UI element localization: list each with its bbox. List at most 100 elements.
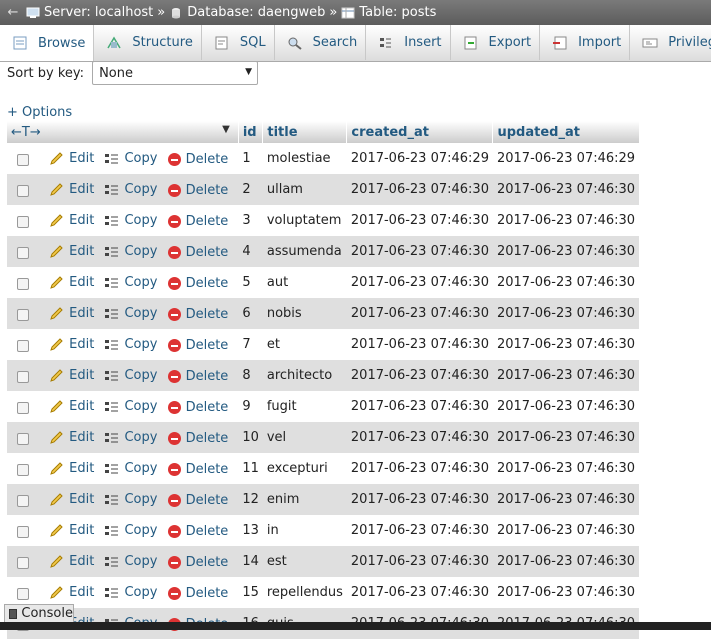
cell-title[interactable]: architecto	[262, 360, 347, 391]
cell-updated-at[interactable]: 2017-06-23 07:46:30	[492, 484, 640, 515]
cell-updated-at[interactable]: 2017-06-23 07:46:30	[492, 329, 640, 360]
delete-button[interactable]: Delete	[167, 586, 228, 601]
edit-button[interactable]: Edit	[49, 523, 94, 538]
row-checkbox[interactable]	[17, 587, 29, 600]
cell-updated-at[interactable]: 2017-06-23 07:46:30	[492, 236, 640, 267]
cell-created-at[interactable]: 2017-06-23 07:46:30	[346, 546, 493, 577]
delete-button[interactable]: Delete	[167, 555, 228, 570]
cell-created-at[interactable]: 2017-06-23 07:46:30	[346, 391, 493, 422]
column-header-title[interactable]: title	[262, 121, 348, 143]
delete-button[interactable]: Delete	[167, 462, 228, 477]
column-header-id[interactable]: id	[238, 121, 264, 143]
column-header-created-at[interactable]: created_at	[346, 121, 494, 143]
cell-created-at[interactable]: 2017-06-23 07:46:30	[346, 453, 493, 484]
column-header-updated-at[interactable]: updated_at	[492, 121, 640, 143]
edit-button[interactable]: Edit	[49, 244, 94, 259]
cell-title[interactable]: et	[262, 329, 347, 360]
edit-button[interactable]: Edit	[49, 492, 94, 507]
edit-button[interactable]: Edit	[49, 399, 94, 414]
cell-title[interactable]: repellendus	[262, 577, 347, 608]
cell-title[interactable]: assumenda	[262, 236, 347, 267]
breadcrumb-server-label[interactable]: Server: localhost	[44, 5, 153, 20]
tab-structure[interactable]: Structure	[94, 25, 202, 60]
edit-button[interactable]: Edit	[49, 430, 94, 445]
cell-created-at[interactable]: 2017-06-23 07:46:30	[346, 174, 493, 205]
tab-browse[interactable]: Browse	[0, 25, 95, 61]
edit-button[interactable]: Edit	[49, 368, 94, 383]
copy-button[interactable]: Copy	[104, 151, 157, 166]
cell-id[interactable]: 13	[238, 515, 263, 546]
row-checkbox[interactable]	[17, 401, 29, 414]
cell-id[interactable]: 12	[238, 484, 263, 515]
cell-updated-at[interactable]: 2017-06-23 07:46:30	[492, 391, 640, 422]
delete-button[interactable]: Delete	[167, 214, 228, 229]
cell-id[interactable]: 1	[238, 143, 263, 174]
delete-button[interactable]: Delete	[167, 152, 228, 167]
delete-button[interactable]: Delete	[167, 431, 228, 446]
cell-created-at[interactable]: 2017-06-23 07:46:29	[346, 143, 493, 174]
cell-title[interactable]: excepturi	[262, 453, 347, 484]
copy-button[interactable]: Copy	[104, 213, 157, 228]
delete-button[interactable]: Delete	[167, 245, 228, 260]
row-checkbox[interactable]	[17, 153, 29, 166]
row-checkbox[interactable]	[17, 277, 29, 290]
edit-button[interactable]: Edit	[49, 151, 94, 166]
row-checkbox[interactable]	[17, 246, 29, 259]
row-checkbox[interactable]	[17, 463, 29, 476]
cell-updated-at[interactable]: 2017-06-23 07:46:30	[492, 546, 640, 577]
cell-updated-at[interactable]: 2017-06-23 07:46:30	[492, 205, 640, 236]
cell-updated-at[interactable]: 2017-06-23 07:46:30	[492, 360, 640, 391]
edit-button[interactable]: Edit	[49, 585, 94, 600]
copy-button[interactable]: Copy	[104, 430, 157, 445]
edit-button[interactable]: Edit	[49, 182, 94, 197]
cell-title[interactable]: fugit	[262, 391, 347, 422]
row-checkbox[interactable]	[17, 432, 29, 445]
cell-created-at[interactable]: 2017-06-23 07:46:30	[346, 205, 493, 236]
tab-import[interactable]: Import	[540, 25, 631, 60]
cell-title[interactable]: voluptatem	[262, 205, 347, 236]
cell-created-at[interactable]: 2017-06-23 07:46:30	[346, 484, 493, 515]
copy-button[interactable]: Copy	[104, 461, 157, 476]
cell-title[interactable]: vel	[262, 422, 347, 453]
copy-button[interactable]: Copy	[104, 244, 157, 259]
row-checkbox[interactable]	[17, 370, 29, 383]
cell-id[interactable]: 5	[238, 267, 263, 298]
copy-button[interactable]: Copy	[104, 275, 157, 290]
cell-title[interactable]: nobis	[262, 298, 347, 329]
cell-created-at[interactable]: 2017-06-23 07:46:30	[346, 577, 493, 608]
cell-id[interactable]: 4	[238, 236, 263, 267]
delete-button[interactable]: Delete	[167, 338, 228, 353]
cell-created-at[interactable]: 2017-06-23 07:46:30	[346, 515, 493, 546]
cell-updated-at[interactable]: 2017-06-23 07:46:30	[492, 422, 640, 453]
cell-id[interactable]: 9	[238, 391, 263, 422]
row-checkbox[interactable]	[17, 556, 29, 569]
row-checkbox[interactable]	[17, 308, 29, 321]
delete-button[interactable]: Delete	[167, 493, 228, 508]
cell-title[interactable]: in	[262, 515, 347, 546]
cell-id[interactable]: 10	[238, 422, 263, 453]
copy-button[interactable]: Copy	[104, 585, 157, 600]
console-button[interactable]: Console	[4, 604, 74, 622]
cell-created-at[interactable]: 2017-06-23 07:46:30	[346, 298, 493, 329]
cell-updated-at[interactable]: 2017-06-23 07:46:30	[492, 577, 640, 608]
row-checkbox[interactable]	[17, 525, 29, 538]
copy-button[interactable]: Copy	[104, 182, 157, 197]
delete-button[interactable]: Delete	[167, 369, 228, 384]
cell-created-at[interactable]: 2017-06-23 07:46:30	[346, 360, 493, 391]
cell-id[interactable]: 2	[238, 174, 263, 205]
tab-search[interactable]: Search	[275, 25, 367, 60]
column-sort-dropdown-icon[interactable]: ▼	[222, 124, 230, 135]
row-checkbox[interactable]	[17, 215, 29, 228]
tab-export[interactable]: Export	[451, 25, 541, 60]
cell-created-at[interactable]: 2017-06-23 07:46:30	[346, 236, 493, 267]
row-checkbox[interactable]	[17, 184, 29, 197]
cell-id[interactable]: 8	[238, 360, 263, 391]
edit-button[interactable]: Edit	[49, 275, 94, 290]
cell-created-at[interactable]: 2017-06-23 07:46:30	[346, 267, 493, 298]
breadcrumb-table[interactable]: Table: posts	[341, 5, 436, 20]
edit-button[interactable]: Edit	[49, 554, 94, 569]
edit-button[interactable]: Edit	[49, 461, 94, 476]
cell-id[interactable]: 7	[238, 329, 263, 360]
tab-privileges[interactable]: Privileg	[630, 25, 711, 60]
column-nav-arrows[interactable]: ←T→	[11, 125, 41, 140]
